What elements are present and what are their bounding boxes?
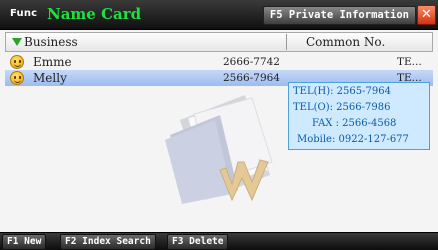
contact-tel: TE... [397, 56, 422, 68]
app-title: Name Card [47, 5, 142, 23]
bottom-toolbar: F1 New F2 Index Search F3 Delete [0, 232, 438, 250]
new-button[interactable]: F1 New [2, 234, 47, 250]
func-label[interactable]: Func [10, 8, 37, 19]
smiley-icon [10, 71, 24, 85]
title-bar: Func Name Card F5 Private Information ✕ [0, 0, 438, 30]
smiley-icon [10, 55, 24, 69]
index-search-button[interactable]: F2 Index Search [60, 234, 156, 250]
dropdown-triangle-icon[interactable] [12, 38, 22, 46]
contact-phone: 2666-7742 [223, 56, 280, 68]
popup-tel-home: TEL(H): 2565-7964 [293, 86, 391, 97]
popup-mobile: Mobile: 0922-127-677 [297, 134, 409, 145]
name-card-window: Func Name Card F5 Private Information ✕ … [0, 0, 438, 250]
column-header: Business Common No. [5, 32, 433, 52]
contact-name: Melly [33, 71, 67, 85]
private-information-button[interactable]: F5 Private Information [262, 6, 416, 25]
contact-detail-popup: TEL(H): 2565-7964 TEL(O): 2566-7986 FAX … [288, 82, 430, 150]
column-divider [286, 34, 287, 50]
column-business[interactable]: Business [24, 35, 78, 49]
contact-name: Emme [33, 55, 72, 69]
list-item[interactable]: Emme 2666-7742 TE... [5, 54, 433, 70]
close-button[interactable]: ✕ [417, 5, 436, 25]
delete-button[interactable]: F3 Delete [167, 234, 229, 250]
contact-phone: 2566-7964 [223, 72, 280, 84]
column-common-no[interactable]: Common No. [306, 35, 385, 49]
close-icon: ✕ [421, 7, 432, 22]
popup-fax: FAX : 2566-4568 [312, 118, 397, 129]
popup-tel-office: TEL(O): 2566-7986 [293, 102, 391, 113]
folder-watermark-icon [165, 95, 273, 204]
